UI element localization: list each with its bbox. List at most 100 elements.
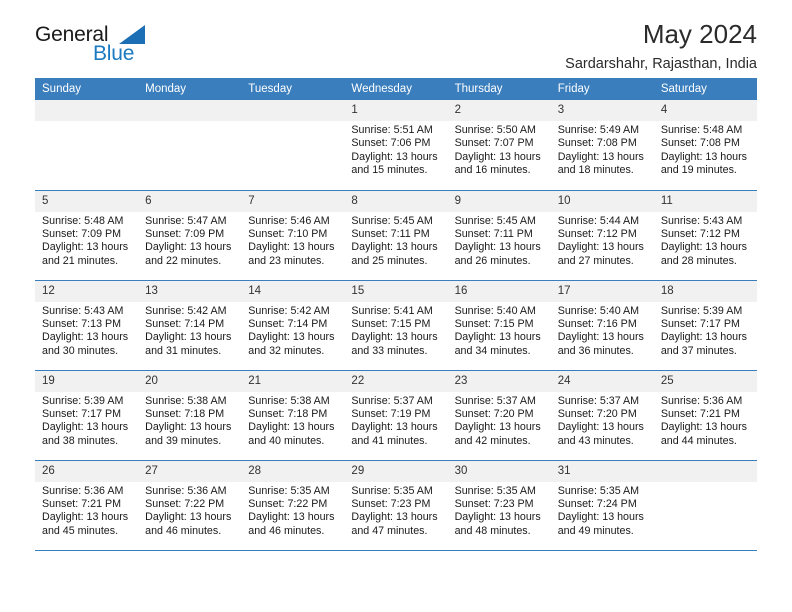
sunset-time: Sunset: 7:15 PM [351, 317, 431, 330]
day-number: 10 [550, 190, 654, 212]
calendar-day-cell[interactable]: 27 Sunrise: 5:36 AM Sunset: 7:22 PM Dayligh… [138, 460, 242, 551]
day-details: Sunrise: 5:39 AM Sunset: 7:17 PM Daylight:… [35, 392, 138, 449]
brand-logo[interactable]: General Blue [35, 24, 235, 76]
calendar-day-cell[interactable]: 28 Sunrise: 5:35 AM Sunset: 7:22 PM Dayligh… [241, 460, 345, 551]
sunrise-time: Sunrise: 5:41 AM [351, 304, 433, 317]
calendar-day-cell[interactable]: 5 Sunrise: 5:48 AM Sunset: 7:09 PM Daylight… [35, 190, 139, 281]
day-details: Sunrise: 5:44 AM Sunset: 7:12 PM Daylight:… [551, 212, 654, 269]
daylight-duration-line1: Daylight: 13 hours [351, 421, 438, 434]
calendar-day-cell[interactable]: 15 Sunrise: 5:41 AM Sunset: 7:15 PM Dayligh… [344, 280, 448, 371]
day-number: 14 [241, 280, 345, 302]
calendar-day-cell[interactable]: 8 Sunrise: 5:45 AM Sunset: 7:11 PM Daylight… [344, 190, 448, 281]
day-details: Sunrise: 5:49 AM Sunset: 7:08 PM Daylight:… [551, 121, 654, 178]
daylight-duration-line2: and 15 minutes. [351, 164, 428, 177]
sunrise-time: Sunrise: 5:38 AM [145, 394, 227, 407]
sunrise-time: Sunrise: 5:39 AM [42, 394, 124, 407]
day-number: 25 [653, 370, 757, 392]
calendar-week-row: 12 Sunrise: 5:43 AM Sunset: 7:13 PM Dayligh… [35, 280, 757, 371]
day-details: Sunrise: 5:38 AM Sunset: 7:18 PM Daylight:… [241, 392, 344, 449]
sunset-time: Sunset: 7:22 PM [248, 497, 328, 510]
sunset-time: Sunset: 7:14 PM [248, 317, 328, 330]
daylight-duration-line2: and 46 minutes. [248, 524, 325, 537]
sunrise-time: Sunrise: 5:51 AM [351, 124, 433, 136]
daylight-duration-line1: Daylight: 13 hours [351, 511, 438, 524]
day-number: 21 [241, 370, 345, 392]
calendar-day-cell[interactable]: 4 Sunrise: 5:48 AM Sunset: 7:08 PM Daylight… [653, 100, 757, 191]
calendar-day-cell[interactable]: 2 Sunrise: 5:50 AM Sunset: 7:07 PM Daylight… [447, 100, 551, 191]
day-number: 7 [241, 190, 345, 212]
calendar-day-cell[interactable]: 3 Sunrise: 5:49 AM Sunset: 7:08 PM Daylight… [550, 100, 654, 191]
day-details: Sunrise: 5:35 AM Sunset: 7:22 PM Daylight:… [241, 482, 344, 539]
sunrise-time: Sunrise: 5:49 AM [557, 124, 640, 136]
calendar-day-cell[interactable]: 29 Sunrise: 5:35 AM Sunset: 7:23 PM Dayligh… [344, 460, 448, 551]
calendar-day-cell[interactable]: 20 Sunrise: 5:38 AM Sunset: 7:18 PM Dayligh… [138, 370, 242, 461]
day-number: 17 [550, 280, 654, 302]
day-details: Sunrise: 5:37 AM Sunset: 7:20 PM Daylight:… [448, 392, 551, 449]
sunrise-time: Sunrise: 5:40 AM [454, 304, 536, 317]
sunset-time: Sunset: 7:16 PM [557, 317, 637, 330]
daylight-duration-line1: Daylight: 13 hours [42, 241, 129, 254]
daylight-duration-line1: Daylight: 13 hours [454, 241, 541, 254]
calendar-day-cell[interactable]: 21 Sunrise: 5:38 AM Sunset: 7:18 PM Dayligh… [241, 370, 345, 461]
sunset-time: Sunset: 7:17 PM [42, 407, 122, 420]
daylight-duration-line1: Daylight: 13 hours [660, 241, 747, 254]
calendar-day-cell[interactable]: 7 Sunrise: 5:46 AM Sunset: 7:10 PM Daylight… [241, 190, 345, 281]
sunset-time: Sunset: 7:08 PM [660, 137, 740, 150]
daylight-duration-line2: and 37 minutes. [660, 344, 737, 357]
daylight-duration-line1: Daylight: 13 hours [660, 150, 747, 163]
day-details: Sunrise: 5:36 AM Sunset: 7:21 PM Daylight:… [654, 392, 757, 449]
calendar-day-cell[interactable]: 6 Sunrise: 5:47 AM Sunset: 7:09 PM Daylight… [138, 190, 242, 281]
calendar-day-cell[interactable]: 23 Sunrise: 5:37 AM Sunset: 7:20 PM Dayligh… [447, 370, 551, 461]
sunrise-time: Sunrise: 5:37 AM [454, 394, 536, 407]
daylight-duration-line2: and 36 minutes. [557, 344, 634, 357]
calendar-day-cell[interactable]: 10 Sunrise: 5:44 AM Sunset: 7:12 PM Dayligh… [550, 190, 654, 281]
calendar-day-cell[interactable]: 25 Sunrise: 5:36 AM Sunset: 7:21 PM Dayligh… [653, 370, 757, 461]
calendar-day-cell[interactable]: 31 Sunrise: 5:35 AM Sunset: 7:24 PM Dayligh… [550, 460, 654, 551]
calendar-day-cell[interactable]: 12 Sunrise: 5:43 AM Sunset: 7:13 PM Dayligh… [35, 280, 139, 371]
sunrise-time: Sunrise: 5:43 AM [42, 304, 124, 317]
day-number: 1 [344, 100, 448, 121]
sunset-time: Sunset: 7:17 PM [660, 317, 740, 330]
calendar-day-cell[interactable]: 30 Sunrise: 5:35 AM Sunset: 7:23 PM Dayligh… [447, 460, 551, 551]
daylight-duration-line2: and 41 minutes. [351, 434, 428, 447]
calendar-day-cell[interactable]: 26 Sunrise: 5:36 AM Sunset: 7:21 PM Dayligh… [35, 460, 139, 551]
calendar-day-cell[interactable]: 14 Sunrise: 5:42 AM Sunset: 7:14 PM Dayligh… [241, 280, 345, 371]
day-details: Sunrise: 5:41 AM Sunset: 7:15 PM Daylight:… [344, 302, 447, 359]
page-subtitle: Sardarshahr, Rajasthan, India [565, 56, 757, 72]
sunset-time: Sunset: 7:10 PM [248, 227, 328, 240]
calendar-header-row: Sunday Monday Tuesday Wednesday Thursday… [35, 78, 757, 100]
daylight-duration-line2: and 42 minutes. [454, 434, 531, 447]
calendar-day-cell[interactable]: 18 Sunrise: 5:39 AM Sunset: 7:17 PM Dayligh… [653, 280, 757, 371]
daylight-duration-line2: and 28 minutes. [660, 254, 737, 267]
sunrise-time: Sunrise: 5:48 AM [42, 214, 124, 227]
daylight-duration-line1: Daylight: 13 hours [557, 421, 644, 434]
sunset-time: Sunset: 7:18 PM [145, 407, 225, 420]
calendar-day-cell[interactable]: 17 Sunrise: 5:40 AM Sunset: 7:16 PM Dayligh… [550, 280, 654, 371]
calendar-cell-empty [138, 100, 242, 191]
daylight-duration-line2: and 21 minutes. [42, 254, 119, 267]
calendar-day-cell[interactable]: 13 Sunrise: 5:42 AM Sunset: 7:14 PM Dayligh… [138, 280, 242, 371]
sunrise-time: Sunrise: 5:39 AM [660, 304, 743, 317]
sunset-time: Sunset: 7:24 PM [557, 497, 637, 510]
calendar-day-cell[interactable]: 24 Sunrise: 5:37 AM Sunset: 7:20 PM Dayligh… [550, 370, 654, 461]
calendar-week-row: 5 Sunrise: 5:48 AM Sunset: 7:09 PM Daylight… [35, 190, 757, 281]
calendar-day-cell[interactable]: 11 Sunrise: 5:43 AM Sunset: 7:12 PM Dayligh… [653, 190, 757, 281]
day-number: 19 [35, 370, 139, 392]
sunset-time: Sunset: 7:12 PM [660, 227, 740, 240]
sunrise-time: Sunrise: 5:44 AM [557, 214, 640, 227]
calendar-day-cell[interactable]: 9 Sunrise: 5:45 AM Sunset: 7:11 PM Daylight… [447, 190, 551, 281]
calendar-day-cell[interactable]: 16 Sunrise: 5:40 AM Sunset: 7:15 PM Dayligh… [447, 280, 551, 371]
day-number [35, 100, 139, 121]
daylight-duration-line2: and 46 minutes. [145, 524, 222, 537]
calendar-day-cell[interactable]: 19 Sunrise: 5:39 AM Sunset: 7:17 PM Dayligh… [35, 370, 139, 461]
day-details: Sunrise: 5:36 AM Sunset: 7:21 PM Daylight:… [35, 482, 138, 539]
sunrise-time: Sunrise: 5:45 AM [351, 214, 433, 227]
sunset-time: Sunset: 7:07 PM [454, 137, 534, 150]
calendar-cell-empty [35, 100, 139, 191]
sunset-time: Sunset: 7:21 PM [42, 497, 122, 510]
daylight-duration-line2: and 31 minutes. [145, 344, 222, 357]
daylight-duration-line1: Daylight: 13 hours [351, 150, 438, 163]
calendar-day-cell[interactable]: 22 Sunrise: 5:37 AM Sunset: 7:19 PM Dayligh… [344, 370, 448, 461]
calendar-day-cell[interactable]: 1 Sunrise: 5:51 AM Sunset: 7:06 PM Daylight… [344, 100, 448, 191]
daylight-duration-line2: and 40 minutes. [248, 434, 325, 447]
